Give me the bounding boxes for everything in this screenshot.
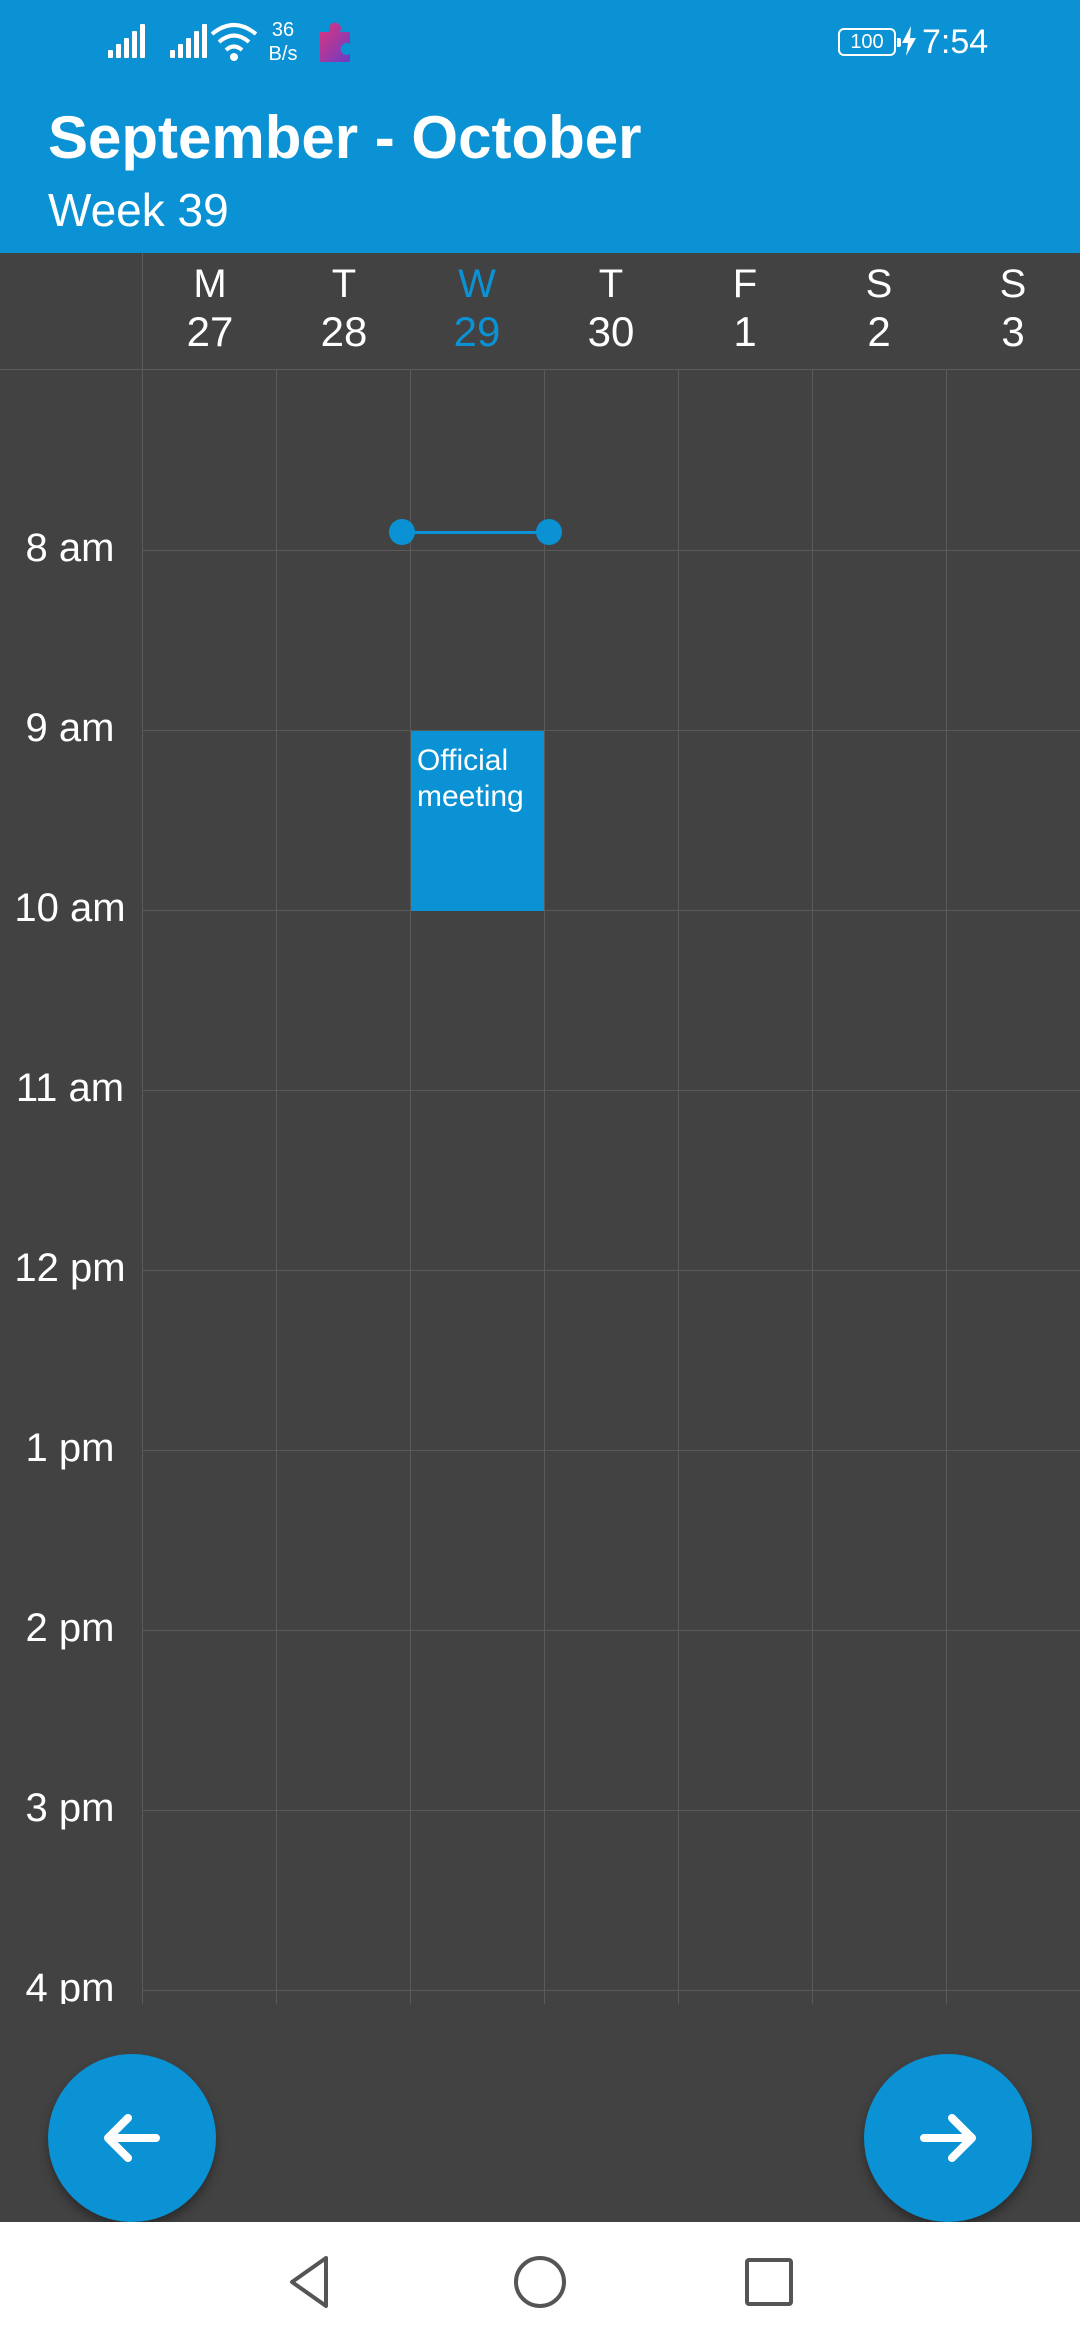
grid-hour-line [142, 1810, 1080, 1811]
day-number: 1 [733, 308, 757, 355]
week-day-header: M 27 T 28 W 29 T 30 F 1 S 2 S 3 [0, 253, 1080, 370]
day-number: 2 [867, 308, 891, 355]
event-title: Official meeting [417, 744, 524, 813]
day-number: 28 [320, 308, 368, 355]
day-letter: W [458, 262, 496, 306]
current-time-line [402, 531, 550, 534]
square-recents-icon[interactable] [737, 2250, 801, 2314]
grid-hour-line [142, 730, 1080, 731]
signal-icon [108, 24, 148, 58]
day-letter: S [999, 262, 1027, 306]
hour-label: 12 pm [14, 1246, 126, 1290]
day-header-sun[interactable]: S 3 [946, 253, 1080, 370]
day-number: 29 [453, 308, 501, 355]
grid-column-line [946, 370, 947, 2004]
hour-label: 8 am [25, 526, 115, 570]
system-navigation-bar [0, 2222, 1080, 2340]
day-letter: F [732, 262, 758, 306]
clock-time: 7:54 [922, 23, 989, 61]
grid-hour-line [142, 1450, 1080, 1451]
day-number: 27 [186, 308, 234, 355]
grid-column-line [276, 370, 277, 2004]
status-bar: 36 B/s 100 7:54 [0, 0, 1080, 84]
next-week-button[interactable] [864, 2054, 1032, 2222]
signal-icon-2 [170, 24, 210, 58]
day-header-sat[interactable]: S 2 [812, 253, 946, 370]
day-header-fri[interactable]: F 1 [678, 253, 812, 370]
hour-label: 2 pm [25, 1606, 115, 1650]
grid-column-line [410, 370, 411, 2004]
triangle-back-icon[interactable] [278, 2250, 342, 2314]
network-speed: 36 B/s [264, 18, 302, 66]
wifi-icon [210, 23, 258, 61]
network-speed-unit: B/s [268, 43, 298, 65]
day-header-tue[interactable]: T 28 [277, 253, 411, 370]
grid-column-line [678, 370, 679, 2004]
day-header-mon[interactable]: M 27 [143, 253, 277, 370]
day-letter: M [193, 262, 227, 306]
previous-week-button[interactable] [48, 2054, 216, 2222]
grid-column-line [544, 370, 545, 2004]
grid-hour-line [142, 910, 1080, 911]
current-time-dot-right [536, 519, 562, 545]
hour-label: 1 pm [25, 1426, 115, 1470]
app-header: 36 B/s 100 7:54 September - October Week… [0, 0, 1080, 253]
week-schedule-grid[interactable]: 8 am 9 am 10 am 11 am 12 pm 1 pm 2 pm 3 … [0, 370, 1080, 2004]
hour-label: 3 pm [25, 1786, 115, 1830]
grid-hour-line [142, 1090, 1080, 1091]
grid-hour-line [142, 550, 1080, 551]
grid-column-line [812, 370, 813, 2004]
arrow-right-icon [920, 2114, 976, 2162]
charging-bolt-icon [902, 26, 916, 56]
puzzle-app-icon [320, 22, 350, 63]
day-header-wed-today[interactable]: W 29 [410, 253, 544, 370]
day-header-thu[interactable]: T 30 [544, 253, 678, 370]
current-time-dot-left [389, 519, 415, 545]
grid-hour-line [142, 1270, 1080, 1271]
day-letter: T [331, 262, 357, 306]
hour-label: 9 am [25, 706, 115, 750]
hour-label: 4 pm [25, 1966, 115, 2004]
day-number: 30 [587, 308, 635, 355]
day-letter: S [865, 262, 893, 306]
arrow-left-icon [104, 2114, 160, 2162]
hour-label: 11 am [15, 1066, 125, 1110]
time-column-divider [142, 370, 143, 2004]
network-speed-value: 36 [271, 19, 295, 41]
week-number: Week 39 [48, 184, 229, 236]
battery-icon: 100 [838, 28, 901, 56]
hour-label: 10 am [14, 886, 126, 930]
month-range-title: September - October [48, 104, 642, 171]
grid-hour-line [142, 1630, 1080, 1631]
circle-home-icon[interactable] [508, 2250, 572, 2314]
day-letter: T [598, 262, 624, 306]
day-number: 3 [1001, 308, 1025, 355]
grid-hour-line [142, 1990, 1080, 1991]
event-block[interactable]: Official meeting [411, 731, 544, 911]
